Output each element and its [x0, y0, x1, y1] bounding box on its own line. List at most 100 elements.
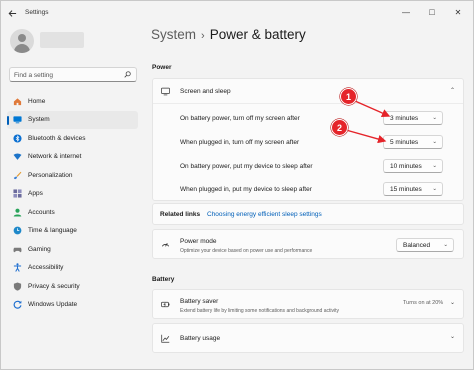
battery-saver-title: Battery saver [180, 298, 219, 305]
power-mode-title: Power mode [180, 238, 217, 245]
breadcrumb-parent[interactable]: System [151, 27, 196, 42]
power-mode-card: Power mode Optimize your device based on… [152, 229, 464, 259]
annotation-marker-2: 2 [331, 119, 348, 136]
search-input[interactable] [14, 70, 122, 80]
sidebar-item-privacy[interactable]: Privacy & security [7, 277, 138, 296]
wifi-icon [13, 153, 22, 161]
power-mode-desc: Optimize your device based on power use … [180, 248, 313, 254]
chevron-up-icon: ⌃ [449, 88, 455, 94]
battery-usage-card[interactable]: Battery usage ⌄ [152, 323, 464, 353]
profile-name-redacted [40, 32, 84, 48]
sidebar-item-apps[interactable]: Apps [7, 185, 138, 204]
section-label-battery: Battery [152, 276, 175, 283]
settings-window: Settings — □ ✕ Home System Bluetooth & d… [0, 0, 474, 370]
avatar[interactable] [10, 29, 34, 53]
sidebar-item-time-language[interactable]: Time & language [7, 222, 138, 241]
plugged-screen-off-dropdown[interactable]: 5 minutes ⌄ [383, 135, 443, 149]
dropdown-value: 5 minutes [390, 138, 419, 146]
app-title: Settings [25, 9, 49, 16]
battery-saver-status: Turns on at 20% [403, 300, 444, 306]
breadcrumb-separator: › [201, 30, 205, 42]
maximize-button[interactable]: □ [422, 4, 442, 20]
sidebar-item-label: Time & language [28, 227, 77, 235]
sidebar-item-label: Bluetooth & devices [28, 134, 86, 142]
shield-icon [13, 282, 22, 291]
battery-screen-off-dropdown[interactable]: 3 minutes ⌄ [383, 111, 443, 125]
setting-row: When plugged in, put my device to sleep … [153, 181, 463, 197]
setting-label: When plugged in, put my device to sleep … [180, 186, 312, 193]
sidebar-item-label: Apps [28, 190, 43, 198]
title-bar: Settings — □ ✕ [1, 1, 473, 25]
chevron-down-icon: ⌄ [432, 139, 437, 145]
sidebar-item-network[interactable]: Network & internet [7, 148, 138, 167]
brush-icon [13, 171, 22, 179]
accounts-icon [13, 208, 22, 217]
chevron-down-icon: ⌄ [432, 186, 437, 192]
system-icon [13, 116, 22, 124]
sidebar-item-bluetooth[interactable]: Bluetooth & devices [7, 129, 138, 148]
dropdown-value: Balanced [403, 241, 431, 249]
search-box[interactable] [9, 67, 137, 82]
sidebar-item-label: Network & internet [28, 153, 82, 161]
divider [153, 103, 463, 104]
setting-row: When plugged in, turn off my screen afte… [153, 134, 463, 150]
chevron-down-icon: ⌄ [449, 334, 455, 340]
power-mode-icon [161, 242, 170, 247]
dropdown-value: 10 minutes [390, 162, 422, 170]
setting-row: On battery power, put my device to sleep… [153, 158, 463, 174]
sidebar-item-label: Personalization [28, 171, 73, 179]
plugged-sleep-dropdown[interactable]: 15 minutes ⌄ [383, 182, 443, 196]
annotation-marker-1: 1 [340, 88, 357, 105]
apps-icon [13, 189, 22, 198]
sidebar-item-label: Gaming [28, 245, 51, 253]
setting-label: On battery power, put my device to sleep… [180, 163, 313, 170]
sidebar-item-label: Accounts [28, 208, 55, 216]
globe-clock-icon [13, 226, 22, 235]
close-button[interactable]: ✕ [448, 4, 468, 20]
power-mode-dropdown[interactable]: Balanced ⌄ [396, 238, 454, 252]
setting-label: When plugged in, turn off my screen afte… [180, 139, 300, 146]
dropdown-value: 3 minutes [390, 114, 419, 122]
sidebar-item-label: Privacy & security [28, 282, 80, 290]
sidebar-item-personalization[interactable]: Personalization [7, 166, 138, 185]
battery-saver-desc: Extend battery life by limiting some not… [180, 308, 339, 314]
screen-sleep-title: Screen and sleep [180, 88, 231, 95]
search-icon [124, 71, 131, 78]
battery-saver-card[interactable]: Battery saver Extend battery life by lim… [152, 289, 464, 319]
sidebar-item-home[interactable]: Home [7, 92, 138, 111]
screen-sleep-header[interactable]: Screen and sleep ⌃ [153, 79, 463, 103]
setting-label: On battery power, turn off my screen aft… [180, 115, 300, 122]
accessibility-icon [13, 263, 22, 273]
chevron-down-icon: ⌄ [432, 163, 437, 169]
energy-sleep-link[interactable]: Choosing energy efficient sleep settings [207, 211, 322, 218]
chevron-down-icon: ⌄ [443, 242, 448, 248]
sidebar-nav: Home System Bluetooth & devices Network … [7, 92, 138, 314]
sidebar-item-windows-update[interactable]: Windows Update [7, 296, 138, 315]
sidebar-item-system[interactable]: System [7, 110, 138, 129]
section-label-power: Power [152, 64, 172, 71]
bluetooth-icon [13, 134, 22, 143]
chevron-down-icon: ⌄ [449, 300, 455, 306]
sidebar-item-label: Home [28, 97, 46, 105]
battery-saver-icon [161, 301, 170, 308]
monitor-sleep-icon [161, 87, 170, 96]
setting-row: On battery power, turn off my screen aft… [153, 110, 463, 126]
back-button[interactable] [5, 6, 19, 20]
sidebar-item-gaming[interactable]: Gaming [7, 240, 138, 259]
chevron-down-icon: ⌄ [432, 115, 437, 121]
back-arrow-icon [8, 9, 16, 17]
battery-sleep-dropdown[interactable]: 10 minutes ⌄ [383, 159, 443, 173]
minimize-button[interactable]: — [396, 4, 416, 20]
home-icon [13, 98, 22, 105]
sidebar-item-accessibility[interactable]: Accessibility [7, 259, 138, 278]
chart-icon [161, 334, 170, 343]
dropdown-value: 15 minutes [390, 185, 422, 193]
sidebar-item-accounts[interactable]: Accounts [7, 203, 138, 222]
gaming-icon [13, 247, 22, 252]
breadcrumb: System › Power & battery [151, 27, 306, 42]
related-links-label: Related links [160, 211, 201, 218]
related-links-card: Related links Choosing energy efficient … [152, 203, 464, 225]
page-title: Power & battery [209, 27, 306, 42]
battery-usage-title: Battery usage [180, 335, 221, 342]
sidebar-item-label: Windows Update [28, 301, 78, 309]
